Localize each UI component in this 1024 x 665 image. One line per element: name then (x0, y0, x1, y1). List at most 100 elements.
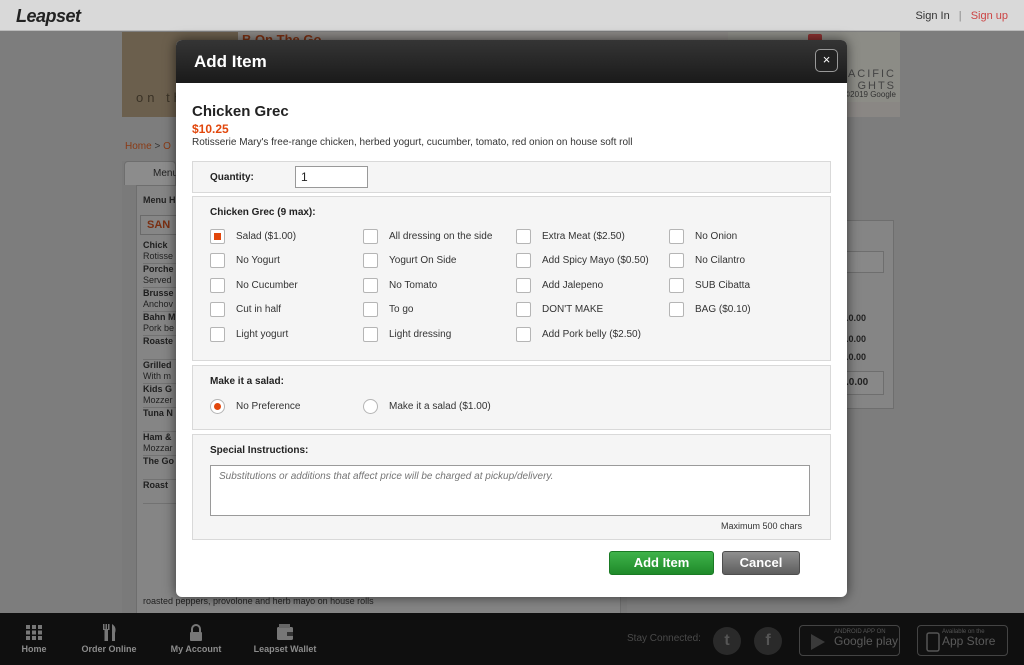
checkbox[interactable] (516, 253, 531, 268)
google-play-badge[interactable]: ANDROID APP ON Google play (799, 625, 900, 656)
option-checkbox-item[interactable]: No Yogurt (210, 253, 280, 269)
option-checkbox-item[interactable]: No Cucumber (210, 277, 298, 293)
checkbox[interactable] (516, 302, 531, 317)
menu-item-desc: Pork be (143, 323, 175, 333)
option-checkbox-item[interactable]: Yogurt On Side (363, 253, 456, 269)
add-item-button[interactable]: Add Item (609, 551, 714, 575)
summary-value: .0.00 (846, 313, 867, 323)
checkbox[interactable] (516, 326, 531, 342)
menu-item-name: Tuna N (143, 408, 173, 418)
checkbox[interactable] (363, 302, 378, 317)
quantity-section: Quantity: (192, 161, 831, 193)
twitter-icon[interactable]: t (713, 627, 741, 655)
checkbox[interactable] (210, 326, 225, 342)
option-label: No Yogurt (236, 255, 280, 266)
option-checkbox-item[interactable]: Cut in half (210, 302, 281, 318)
checkbox[interactable] (363, 277, 378, 293)
option-checkbox-item[interactable]: Add Jalepeno (516, 277, 603, 293)
salad-radio-item[interactable]: No Preference (210, 398, 300, 414)
footer-nav-my-account[interactable]: My Account (166, 624, 226, 654)
option-checkbox-item[interactable]: Add Pork belly ($2.50) (516, 326, 641, 342)
checkbox[interactable] (210, 277, 225, 293)
checkbox[interactable] (669, 277, 684, 293)
radio-button[interactable] (363, 398, 378, 414)
menu-item-name: Roast (143, 480, 169, 490)
footer-nav-label: Order Online (81, 644, 137, 654)
option-checkbox-item[interactable]: To go (363, 302, 413, 318)
checkbox[interactable] (516, 228, 531, 244)
checkbox[interactable] (363, 253, 378, 268)
cancel-button[interactable]: Cancel (722, 551, 800, 575)
special-instructions-input[interactable] (210, 465, 810, 516)
modal-title: Add Item (194, 52, 267, 71)
checkbox[interactable] (210, 302, 225, 317)
option-checkbox-item[interactable]: No Onion (669, 228, 737, 244)
option-checkbox-item[interactable]: Salad ($1.00) (210, 228, 296, 244)
summary-field (846, 251, 884, 273)
options-label: Chicken Grec (9 max): (210, 207, 316, 218)
breadcrumb-home[interactable]: Home (125, 141, 152, 152)
menu-item-name: Ham & (143, 432, 172, 442)
breadcrumb-separator: > (154, 141, 161, 152)
checkbox[interactable] (669, 253, 684, 268)
option-label: Light yogurt (236, 328, 289, 340)
checkbox[interactable] (210, 253, 225, 268)
special-instructions-label: Special Instructions: (210, 445, 309, 456)
menu-item-desc: roasted peppers, provolone and herb mayo… (143, 596, 374, 606)
option-label: Extra Meat ($2.50) (542, 230, 625, 242)
checkbox[interactable] (669, 228, 684, 244)
checkbox[interactable] (669, 302, 684, 317)
item-name: Chicken Grec (192, 103, 289, 120)
summary-total: .0.00 (846, 371, 884, 395)
tab-menu[interactable]: Menu (124, 161, 178, 185)
menu-item-name: The Go (143, 456, 174, 466)
option-label: Yogurt On Side (389, 255, 457, 266)
option-checkbox-item[interactable]: Light yogurt (210, 326, 288, 342)
item-description: Rotisserie Mary's free-range chicken, he… (192, 137, 633, 148)
order-summary-panel: .0.00 .0.00 .0.00 .0.00 (846, 220, 894, 409)
option-label: DON'T MAKE (542, 304, 604, 315)
close-button[interactable]: × (815, 49, 838, 72)
quantity-input[interactable] (295, 166, 368, 188)
menu-item-desc: Mozzar (143, 443, 173, 453)
footer-nav-home[interactable]: Home (18, 624, 50, 654)
special-instructions-section: Special Instructions: Maximum 500 chars (192, 434, 831, 540)
max-chars-hint: Maximum 500 chars (721, 521, 803, 531)
option-checkbox-item[interactable]: No Cilantro (669, 253, 745, 269)
checkbox[interactable] (363, 326, 378, 342)
option-checkbox-item[interactable]: SUB Cibatta (669, 277, 750, 293)
option-label: No Onion (695, 230, 738, 242)
option-checkbox-item[interactable]: DON'T MAKE (516, 302, 603, 318)
radio-button[interactable] (210, 398, 225, 414)
checkbox[interactable] (363, 228, 378, 244)
app-store-caption: Available on the (942, 629, 985, 635)
options-section: Chicken Grec (9 max): Salad ($1.00) All d… (192, 196, 831, 361)
footer-nav-order-online[interactable]: Order Online (78, 624, 140, 654)
option-label: Cut in half (236, 304, 282, 315)
sign-up-link[interactable]: Sign up (971, 10, 1008, 22)
app-store-badge[interactable]: Available on the App Store (917, 625, 1008, 656)
option-label: All dressing on the side (389, 230, 493, 242)
option-checkbox-item[interactable]: All dressing on the side (363, 228, 492, 244)
option-checkbox-item[interactable]: BAG ($0.10) (669, 302, 751, 318)
menu-item-desc: Mozzer (143, 395, 173, 405)
option-label: Light dressing (389, 328, 452, 340)
menu-item-name: Porche (143, 264, 174, 274)
checkbox[interactable] (516, 277, 531, 293)
sign-in-link[interactable]: Sign In (915, 10, 949, 22)
radio-label: Make it a salad ($1.00) (389, 400, 491, 412)
close-icon: × (822, 52, 831, 67)
option-checkbox-item[interactable]: Extra Meat ($2.50) (516, 228, 625, 244)
top-bar: Leapset Sign In | Sign up (0, 0, 1024, 31)
breadcrumb-restaurant[interactable]: O (163, 141, 171, 152)
checkbox[interactable] (210, 228, 225, 244)
option-checkbox-item[interactable]: Light dressing (363, 326, 451, 342)
footer-nav-wallet[interactable]: Leapset Wallet (250, 624, 320, 654)
salad-radio-item[interactable]: Make it a salad ($1.00) (363, 398, 491, 414)
footer-bar: Home Order Online My Account Leapset Wal… (0, 613, 1024, 665)
facebook-icon[interactable]: f (754, 627, 782, 655)
option-checkbox-item[interactable]: Add Spicy Mayo ($0.50) (516, 253, 649, 269)
option-checkbox-item[interactable]: No Tomato (363, 277, 437, 293)
summary-value: .0.00 (846, 334, 867, 344)
leapset-logo[interactable]: Leapset (16, 6, 81, 27)
